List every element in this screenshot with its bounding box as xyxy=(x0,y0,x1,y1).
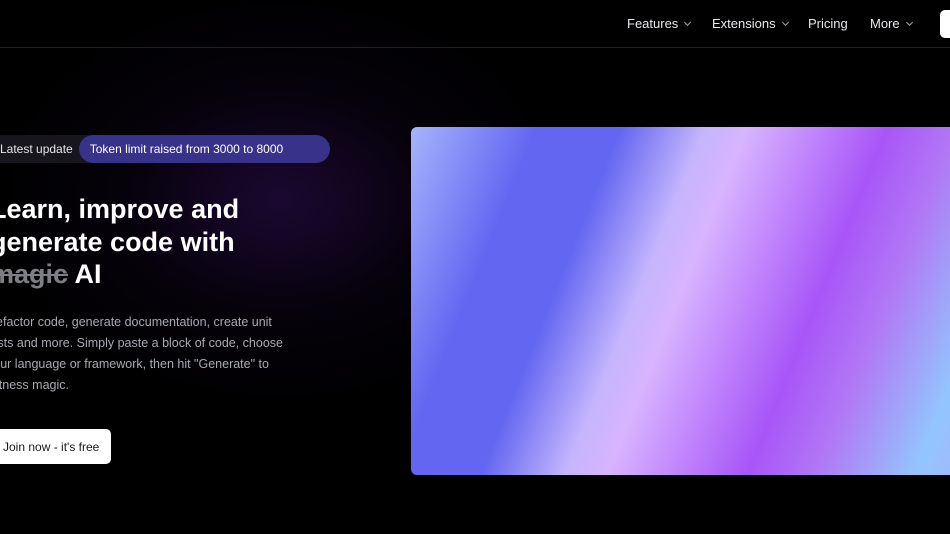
nav-more-label: More xyxy=(870,16,900,31)
hero-gradient-panel xyxy=(411,127,950,475)
nav-features-label: Features xyxy=(627,16,679,31)
chevron-down-icon xyxy=(781,21,789,27)
update-badge[interactable]: Latest update Token limit raised from 30… xyxy=(0,135,331,163)
nav-pricing-label: Pricing xyxy=(808,16,848,31)
nav-pricing[interactable]: Pricing xyxy=(808,16,848,31)
nav-more[interactable]: More xyxy=(870,16,914,31)
nav-extensions-label: Extensions xyxy=(712,16,776,31)
chevron-down-icon xyxy=(684,21,692,27)
badge-label: Latest update xyxy=(0,142,73,156)
nav-extensions[interactable]: Extensions xyxy=(712,16,790,31)
page: Features Extensions Pricing More Latest … xyxy=(0,0,950,534)
header-action-button[interactable] xyxy=(940,10,950,38)
hero-description: Refactor code, generate documentation, c… xyxy=(0,315,283,392)
site-header: Features Extensions Pricing More xyxy=(0,0,950,48)
headline-line-2: generate code with xyxy=(0,226,235,257)
nav-features[interactable]: Features xyxy=(627,16,692,31)
headline-strikethrough-word: magic xyxy=(0,259,69,289)
headline-line-1: Learn, improve and xyxy=(0,194,240,224)
headline-end-word: AI xyxy=(74,259,102,289)
badge-message: Token limit raised from 3000 to 8000 xyxy=(78,135,331,163)
hero-headline: Learn, improve and generate code with ma… xyxy=(0,193,290,291)
join-now-button[interactable]: Join now - it's free xyxy=(0,429,111,464)
chevron-down-icon xyxy=(905,21,913,27)
